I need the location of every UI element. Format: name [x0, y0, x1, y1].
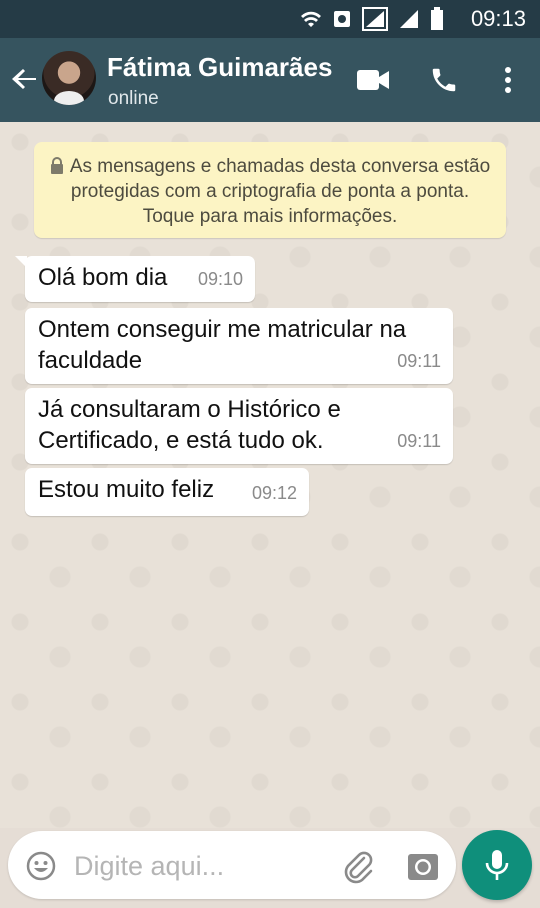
message-bubble[interactable]: Olá bom dia 09:10	[15, 256, 255, 302]
signal-icon	[400, 10, 418, 28]
encryption-notice-label: As mensagens e chamadas desta conversa e…	[69, 156, 491, 227]
message-time: 09:11	[397, 351, 441, 371]
status-time: 09:13	[470, 6, 526, 31]
emoji-icon[interactable]	[25, 850, 57, 882]
message-text: Ontem conseguir me matricular na faculda…	[38, 316, 407, 374]
message-compose-bar	[8, 831, 456, 899]
video-call-button[interactable]	[355, 62, 391, 98]
phone-icon	[432, 68, 456, 92]
bubble-tail	[15, 256, 27, 268]
chat-header: Fátima Guimarães online	[0, 38, 540, 122]
mic-icon	[485, 850, 509, 880]
message-bubble[interactable]: Estou muito feliz 09:12	[25, 468, 309, 516]
contact-status: online	[108, 88, 159, 109]
signal-icon	[362, 7, 388, 31]
battery-icon	[431, 7, 443, 30]
more-options-button[interactable]	[490, 62, 526, 98]
lock-icon	[50, 157, 63, 174]
message-text: Estou muito feliz	[38, 476, 215, 503]
voice-call-button[interactable]	[426, 62, 462, 98]
message-bubble[interactable]: Já consultaram o Histórico e Certificado…	[25, 388, 453, 464]
message-time: 09:12	[251, 483, 297, 503]
encryption-notice-text: As mensagens e chamadas desta conversa e…	[34, 142, 506, 241]
avatar[interactable]	[42, 51, 96, 105]
wifi-icon	[301, 11, 321, 27]
message-input[interactable]	[72, 847, 326, 885]
mic-button[interactable]	[462, 830, 532, 900]
message-text: Olá bom dia	[38, 264, 168, 291]
status-icons	[300, 7, 444, 31]
message-time: 09:11	[397, 431, 441, 451]
camera-icon[interactable]	[406, 849, 440, 883]
hotspot-icon	[334, 11, 350, 27]
more-vert-icon	[505, 67, 511, 93]
back-arrow-icon[interactable]	[10, 64, 40, 94]
status-bar: 09:13	[0, 0, 540, 38]
video-call-icon	[357, 70, 389, 90]
message-text: Já consultaram o Histórico e Certificado…	[38, 396, 341, 454]
attach-icon[interactable]	[340, 848, 376, 884]
chat-area[interactable]: As mensagens e chamadas desta conversa e…	[0, 122, 540, 828]
contact-name[interactable]: Fátima Guimarães	[107, 52, 332, 83]
encryption-notice[interactable]: As mensagens e chamadas desta conversa e…	[34, 142, 506, 238]
message-time: 09:10	[197, 269, 243, 289]
message-bubble[interactable]: Ontem conseguir me matricular na faculda…	[25, 308, 453, 384]
